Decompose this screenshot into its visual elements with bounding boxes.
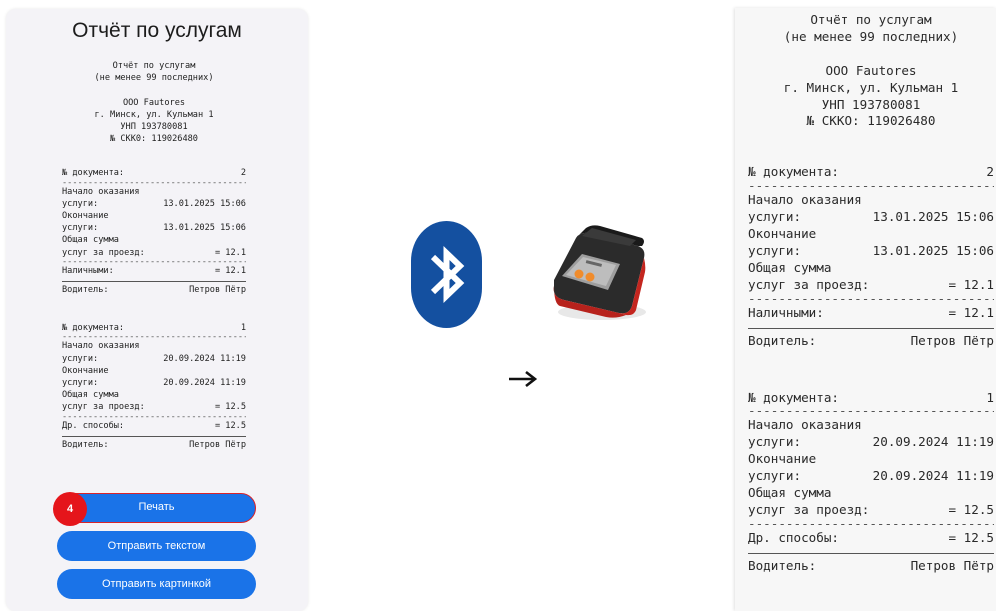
thermal-printer-icon [553,225,646,320]
start-row: услуги: 13.01.2025 15:06 [62,198,246,209]
end-row: услуги: 13.01.2025 15:06 [62,223,246,234]
solid-separator [748,327,994,329]
sum-label: Общая сумма [62,235,119,246]
doc-number-row: № документа: 1 [748,389,994,405]
receipt-company: ООО Fautores [825,62,917,78]
payment-row: Др. способы: = 12.5 [748,529,994,545]
dash-separator: ----------------------------------------… [748,293,994,305]
doc-number-row: № документа: 2 [62,168,246,179]
receipt-address: г. Минск, ул. Кульман 1 [94,109,214,120]
start-row: услуги: 20.09.2024 11:19 [748,434,994,450]
driver-row: Водитель: Петров Пётр [62,439,246,450]
solid-separator [748,552,994,554]
dash-separator: ----------------------------------------… [62,179,246,186]
start-row: услуги: 13.01.2025 15:06 [748,209,994,225]
end-label: Окончание [62,211,109,222]
sum-label: Общая сумма [748,259,832,275]
bluetooth-icon [411,221,482,328]
page-title: Отчёт по услугам [72,19,242,42]
dash-separator: ----------------------------------------… [748,518,994,530]
send-image-button[interactable]: Отправить картинкой [57,569,256,599]
start-label: Начало оказания [748,417,862,433]
sum-label: Общая сумма [748,485,832,501]
receipt-unp: УНП 193780081 [120,122,188,133]
end-label: Окончание [748,451,817,467]
sum-row: услуг за проезд: = 12.1 [62,247,246,258]
payment-row: Наличными: = 12.1 [62,265,246,276]
receipt-header-line [748,46,994,63]
end-row: услуги: 20.09.2024 11:19 [62,378,246,389]
receipt-header-line: Отчёт по услугам [810,12,932,27]
solid-separator [62,435,246,437]
start-label: Начало оказания [62,186,140,197]
receipt-header-line: (не менее 99 последних) [94,73,214,84]
phone-screen: Отчёт по услугам Отчёт по услугам (не ме… [6,9,308,611]
receipt-skko: № СККО: 119026480 [806,113,936,129]
sum-row: услуг за проезд: = 12.1 [748,276,994,292]
receipt-skko: № СКК0: 119026480 [110,134,198,145]
doc-number-row: № документа: 2 [748,164,994,180]
receipt-header-line: (не менее 99 последних) [783,28,959,44]
start-row: услуги: 20.09.2024 11:19 [62,353,246,364]
receipt-company: ООО Fautores [122,97,186,108]
receipt-header-line [62,84,246,96]
start-label: Начало оказания [62,341,140,352]
arrow-right-icon [509,370,538,388]
solid-separator [62,281,246,283]
dash-separator: ----------------------------------------… [748,406,994,418]
receipt-header-line: Отчёт по услугам [112,61,196,71]
send-text-button[interactable]: Отправить текстом [57,531,256,561]
printed-receipt-text: Отчёт по услугам (не менее 99 последних)… [748,12,994,575]
payment-row: Др. способы: = 12.5 [62,420,246,431]
start-label: Начало оказания [748,192,862,208]
end-label: Окончание [748,226,817,242]
driver-row: Водитель: Петров Пётр [748,557,994,573]
sum-row: услуг за проезд: = 12.5 [62,402,246,413]
driver-row: Водитель: Петров Пётр [748,332,994,348]
end-row: услуги: 13.01.2025 15:06 [748,242,994,258]
driver-row: Водитель: Петров Пётр [62,285,246,296]
sum-label: Общая сумма [62,390,119,401]
printed-receipt: Отчёт по услугам (не менее 99 последних)… [735,8,996,611]
receipt-address: г. Минск, ул. Кульман 1 [783,79,959,95]
step-badge: 4 [53,492,87,526]
dash-separator: ----------------------------------------… [748,181,994,193]
sum-row: услуг за проезд: = 12.5 [748,501,994,517]
doc-number-row: № документа: 1 [62,323,246,334]
receipt-preview[interactable]: Отчёт по услугам (не менее 99 последних)… [62,60,246,451]
receipt-unp: УНП 193780081 [821,96,921,112]
end-row: услуги: 20.09.2024 11:19 [748,468,994,484]
payment-row: Наличными: = 12.1 [748,304,994,320]
end-label: Окончание [62,365,109,376]
